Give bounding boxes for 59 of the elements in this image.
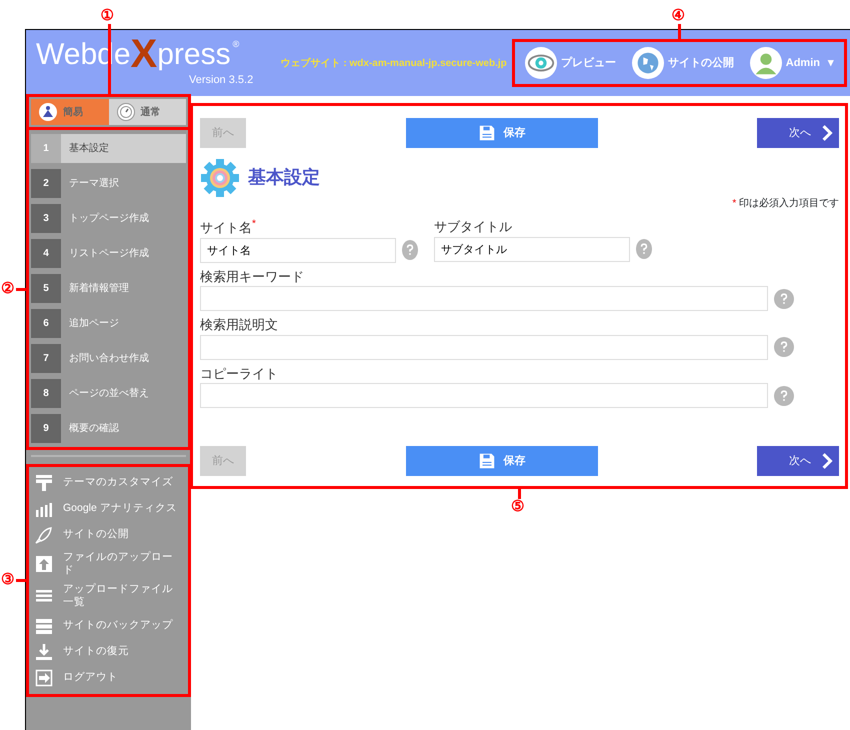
help-icon[interactable] (774, 386, 794, 406)
page-title: 基本設定 (248, 167, 320, 189)
step-item[interactable]: 6 追加ページ (31, 309, 186, 338)
callout-number: ③ (1, 572, 14, 588)
text-field[interactable] (200, 286, 768, 312)
mode-tab[interactable]: 簡易 (31, 99, 108, 125)
step-item[interactable]: 4 リストページ作成 (31, 239, 186, 268)
text-field[interactable]: サイト名 (200, 238, 396, 263)
sidebar-menu-item[interactable]: サイトの復元 (31, 640, 186, 664)
preview-button[interactable]: プレビュー (524, 47, 616, 79)
version-label: Version 3.5.2 (188, 75, 254, 86)
step-item[interactable]: 9 概要の確認 (31, 414, 186, 443)
help-icon[interactable] (402, 240, 418, 260)
chevron-right-icon (821, 124, 833, 142)
logout-icon (35, 668, 53, 686)
website-url: ウェブサイト : wdx-am-manual-jp.secure-web.jp (280, 56, 507, 70)
sidebar-menu-item[interactable]: ファイルのアップロード (31, 549, 186, 580)
server-icon (35, 616, 53, 634)
upload-icon (35, 555, 53, 574)
text-field[interactable] (200, 334, 768, 360)
bar-chart-icon (35, 500, 53, 518)
step-item[interactable]: 5 新着情報管理 (31, 274, 186, 303)
chevron-right-icon (821, 452, 833, 470)
next-button[interactable]: 次へ (757, 118, 839, 148)
text-field[interactable] (200, 383, 768, 408)
sidebar-menu-item[interactable]: ログアウト (31, 666, 186, 690)
callout-number: ⑤ (511, 499, 524, 514)
person-icon (39, 103, 57, 121)
callout-number: ② (1, 280, 14, 296)
publish-button[interactable]: サイトの公開 (632, 47, 734, 79)
step-item[interactable]: 3 トップページ作成 (31, 204, 186, 233)
step-item[interactable]: 7 お問い合わせ作成 (31, 344, 186, 373)
gear-icon (200, 158, 240, 198)
help-icon[interactable] (774, 337, 794, 358)
callout-number: ① (100, 8, 114, 23)
field-label: 検索用説明文 (200, 317, 278, 332)
sidebar-menu-item[interactable]: サイトのバックアップ (31, 614, 186, 638)
field-label: サブタイトル (434, 219, 512, 234)
help-icon[interactable] (774, 288, 794, 309)
sidebar-menu-item[interactable]: アップロードファイル一覧 (31, 581, 186, 612)
gauge-icon (116, 103, 134, 121)
sidebar-menu-item[interactable]: テーマのカスタマイズ (31, 471, 186, 495)
save-button[interactable]: 保存 (406, 118, 598, 148)
mode-tab[interactable]: 通常 (108, 99, 186, 125)
field-label: サイト名$^{*}$ (200, 220, 256, 236)
text-field[interactable]: サブタイトル (434, 236, 630, 262)
sidebar-menu-item[interactable]: Google アナリティクス (31, 497, 186, 521)
user-menu[interactable]: Admin ▾ (750, 47, 834, 79)
field-label: コピーライト (200, 366, 278, 381)
save-button[interactable]: 保存 (406, 446, 598, 476)
step-item[interactable]: 2 テーマ選択 (31, 169, 186, 198)
step-item[interactable]: 8 ページの並べ替え (31, 379, 186, 408)
help-icon[interactable] (636, 239, 652, 259)
next-button[interactable]: 次へ (757, 446, 839, 476)
field-label: 検索用キーワード (200, 268, 304, 284)
download-icon (35, 642, 53, 660)
callout-number: ④ (671, 8, 684, 23)
required-note: * 印は必須入力項目です (732, 198, 839, 209)
sidebar-menu-item[interactable]: サイトの公開 (31, 523, 186, 547)
